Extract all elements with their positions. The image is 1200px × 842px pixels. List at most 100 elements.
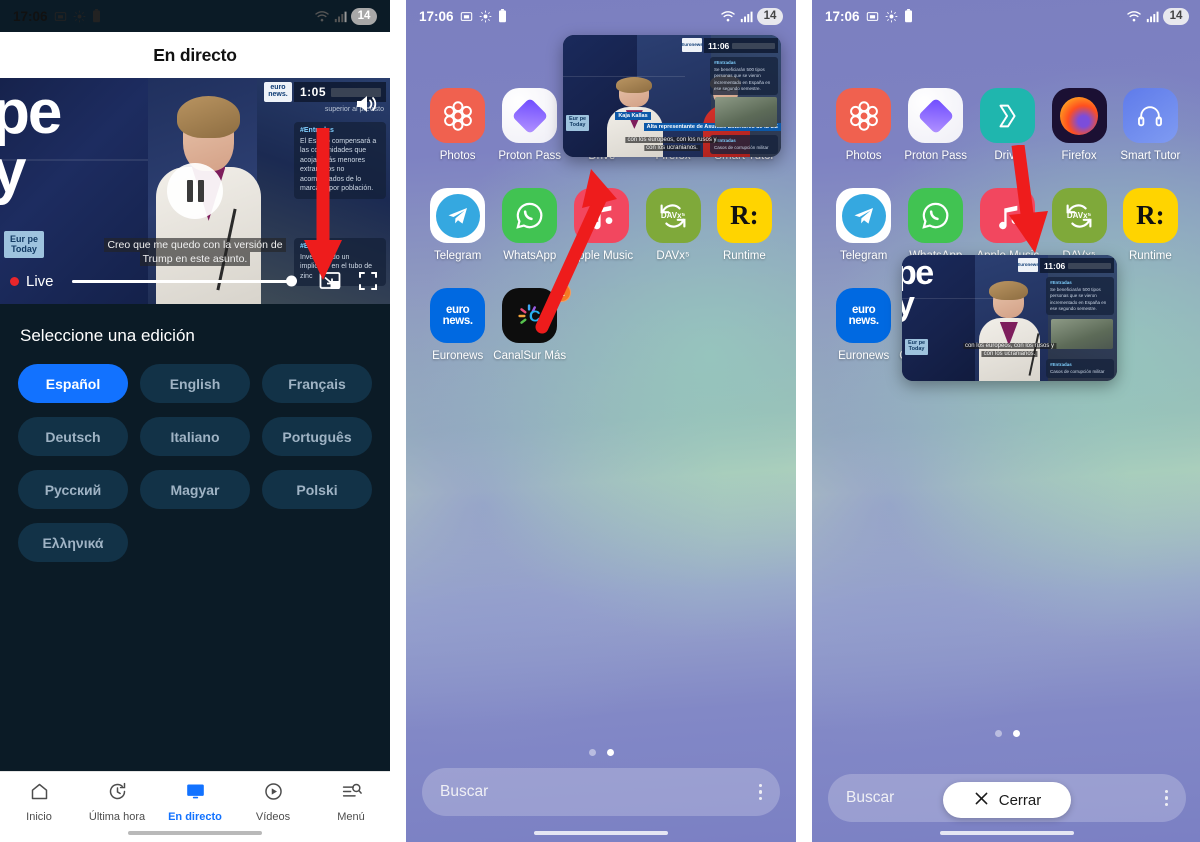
battery-level-badge: 14 <box>351 7 377 25</box>
panel-euronews-app: 17:06 14 En directo pe y Eur pe Today eu… <box>0 0 390 842</box>
status-bar-right: 14 <box>720 7 783 25</box>
app-whatsapp[interactable]: WhatsApp <box>899 188 972 262</box>
proton-pass-icon <box>908 88 964 143</box>
pip-news-card-1: #Entradas Se beneficiarán 500 tipos pers… <box>710 57 778 96</box>
language-option-italiano[interactable]: Italiano <box>140 417 250 456</box>
pip-news-thumbnail <box>715 97 777 127</box>
app-telegram[interactable]: Telegram <box>422 188 493 262</box>
seek-slider[interactable] <box>71 275 297 287</box>
app-runtime[interactable]: R: Runtime <box>709 188 780 262</box>
app-apple-music[interactable]: Apple Music <box>972 188 1043 262</box>
more-options-icon[interactable] <box>758 783 762 801</box>
search-input[interactable]: Buscar <box>440 783 759 801</box>
page-dot-1[interactable] <box>994 730 1002 737</box>
pip-window[interactable]: Kaja Kallas Alta representante de Asunto… <box>563 35 781 157</box>
app-davx[interactable]: DAVx⁵ DAVx⁵ <box>1043 188 1114 262</box>
language-option-espanol[interactable]: Español <box>18 364 128 403</box>
pip-clock-bar: 11:06 <box>704 38 778 53</box>
app-proton-pass[interactable]: Proton Pass <box>493 88 566 162</box>
pip-euronews-watermark: Euronews <box>681 38 703 52</box>
app-label: Runtime <box>722 250 766 262</box>
seek-handle[interactable] <box>286 275 297 287</box>
app-label: Firefox <box>1061 150 1097 162</box>
app-photos[interactable]: Photos <box>422 88 493 162</box>
video-player[interactable]: pe y Eur pe Today euro news. 1:05 superi… <box>0 78 390 304</box>
video-news-card-1: #Entradas El Estado compensará a las com… <box>294 122 386 199</box>
close-x-icon <box>973 790 990 811</box>
tab-menu[interactable]: Menú <box>312 781 390 823</box>
app-label: Telegram <box>839 250 888 262</box>
app-euronews[interactable]: euro news. Euronews <box>828 288 899 362</box>
page-dot-2[interactable] <box>606 749 614 756</box>
status-bar-time: 17:06 <box>825 8 860 24</box>
volume-icon[interactable] <box>354 92 380 121</box>
pip-clock: 11:06 <box>708 40 730 51</box>
app-telegram[interactable]: Telegram <box>828 188 899 262</box>
tab-en-directo[interactable]: En directo <box>156 781 234 823</box>
tab-inicio[interactable]: Inicio <box>0 781 78 823</box>
app-davx[interactable]: DAVx⁵ DAVx⁵ <box>637 188 708 262</box>
pip-captions: con los europeos, con los rusos y con lo… <box>962 343 1057 358</box>
battery-icon <box>92 9 101 23</box>
euronews-logo-text: euro news. <box>848 303 879 327</box>
page-dot-2[interactable] <box>1012 730 1020 737</box>
app-firefox[interactable]: Firefox <box>1043 88 1114 162</box>
whatsapp-icon <box>908 188 964 243</box>
app-label: Apple Music <box>570 250 634 262</box>
pip-news-card-1: #Entradas Se beneficiarán 500 tipos pers… <box>1046 277 1114 316</box>
brightness-icon <box>885 10 898 23</box>
status-bar-left: 17:06 <box>419 9 507 24</box>
app-label: Smart Tutor <box>1120 150 1181 162</box>
pip-ticker <box>1068 262 1111 269</box>
signal-icon <box>740 10 753 23</box>
language-option-magyar[interactable]: Magyar <box>140 470 250 509</box>
more-options-icon[interactable] <box>1164 789 1168 807</box>
menu-search-icon <box>341 781 362 805</box>
pip-speaker-tag-left: Kaja Kallas <box>615 112 651 121</box>
refresh-clock-icon <box>107 781 128 805</box>
tab-videos[interactable]: Vídeos <box>234 781 312 823</box>
tab-label: Última hora <box>88 811 146 823</box>
app-label: Proton Pass <box>904 150 968 162</box>
tutorial-screenshot: 17:06 14 En directo pe y Eur pe Today eu… <box>0 0 1200 842</box>
status-bar-panel3: 17:06 14 <box>812 0 1200 32</box>
screenshot-icon <box>54 10 67 23</box>
app-photos[interactable]: Photos <box>828 88 899 162</box>
language-option-russian[interactable]: Русский <box>18 470 128 509</box>
app-proton-pass[interactable]: Proton Pass <box>899 88 972 162</box>
app-euronews[interactable]: euro news. Euronews <box>422 288 493 362</box>
bottom-tab-bar: Inicio Última hora En directo Vídeos Men… <box>0 771 390 842</box>
davx-icon: DAVx⁵ <box>645 188 701 243</box>
language-option-greek[interactable]: Ελληνικά <box>18 523 128 562</box>
app-runtime[interactable]: R: Runtime <box>1115 188 1186 262</box>
app-apple-music[interactable]: Apple Music <box>566 188 637 262</box>
davx-icon: DAVx⁵ <box>1051 188 1107 243</box>
app-whatsapp[interactable]: WhatsApp <box>493 188 566 262</box>
language-option-english[interactable]: English <box>140 364 250 403</box>
close-button[interactable]: Cerrar <box>943 782 1071 818</box>
tab-label: En directo <box>168 811 222 823</box>
home-indicator <box>534 831 668 835</box>
language-option-portugues[interactable]: Português <box>262 417 372 456</box>
euronews-watermark: euro news. <box>264 82 292 102</box>
app-drive[interactable]: Drive <box>972 88 1043 162</box>
tab-label: Inicio <box>26 811 52 823</box>
fullscreen-icon[interactable] <box>356 269 380 293</box>
language-option-deutsch[interactable]: Deutsch <box>18 417 128 456</box>
language-option-francais[interactable]: Français <box>262 364 372 403</box>
live-dot-icon <box>10 276 19 286</box>
app-canalsur-mas[interactable]: C+ 1 CanalSur Más <box>493 283 572 362</box>
picture-in-picture-icon[interactable] <box>318 269 342 293</box>
page-dot-1[interactable] <box>588 749 596 756</box>
tab-ultima-hora[interactable]: Última hora <box>78 781 156 823</box>
language-option-polski[interactable]: Polski <box>262 470 372 509</box>
screenshot-icon <box>866 10 879 23</box>
status-bar-time: 17:06 <box>419 8 454 24</box>
pip-window-dragged[interactable]: pe y Eur pe Today Euronews 11:06 #Entrad… <box>902 255 1117 381</box>
app-label: Drive <box>994 150 1022 162</box>
pause-button[interactable] <box>167 163 223 219</box>
europe-today-badge: Eur pe Today <box>566 115 590 131</box>
app-smart-tutor[interactable]: Smart Tutor <box>1115 88 1186 162</box>
presenter-hair <box>177 96 241 138</box>
search-bar[interactable]: Buscar <box>422 768 780 816</box>
